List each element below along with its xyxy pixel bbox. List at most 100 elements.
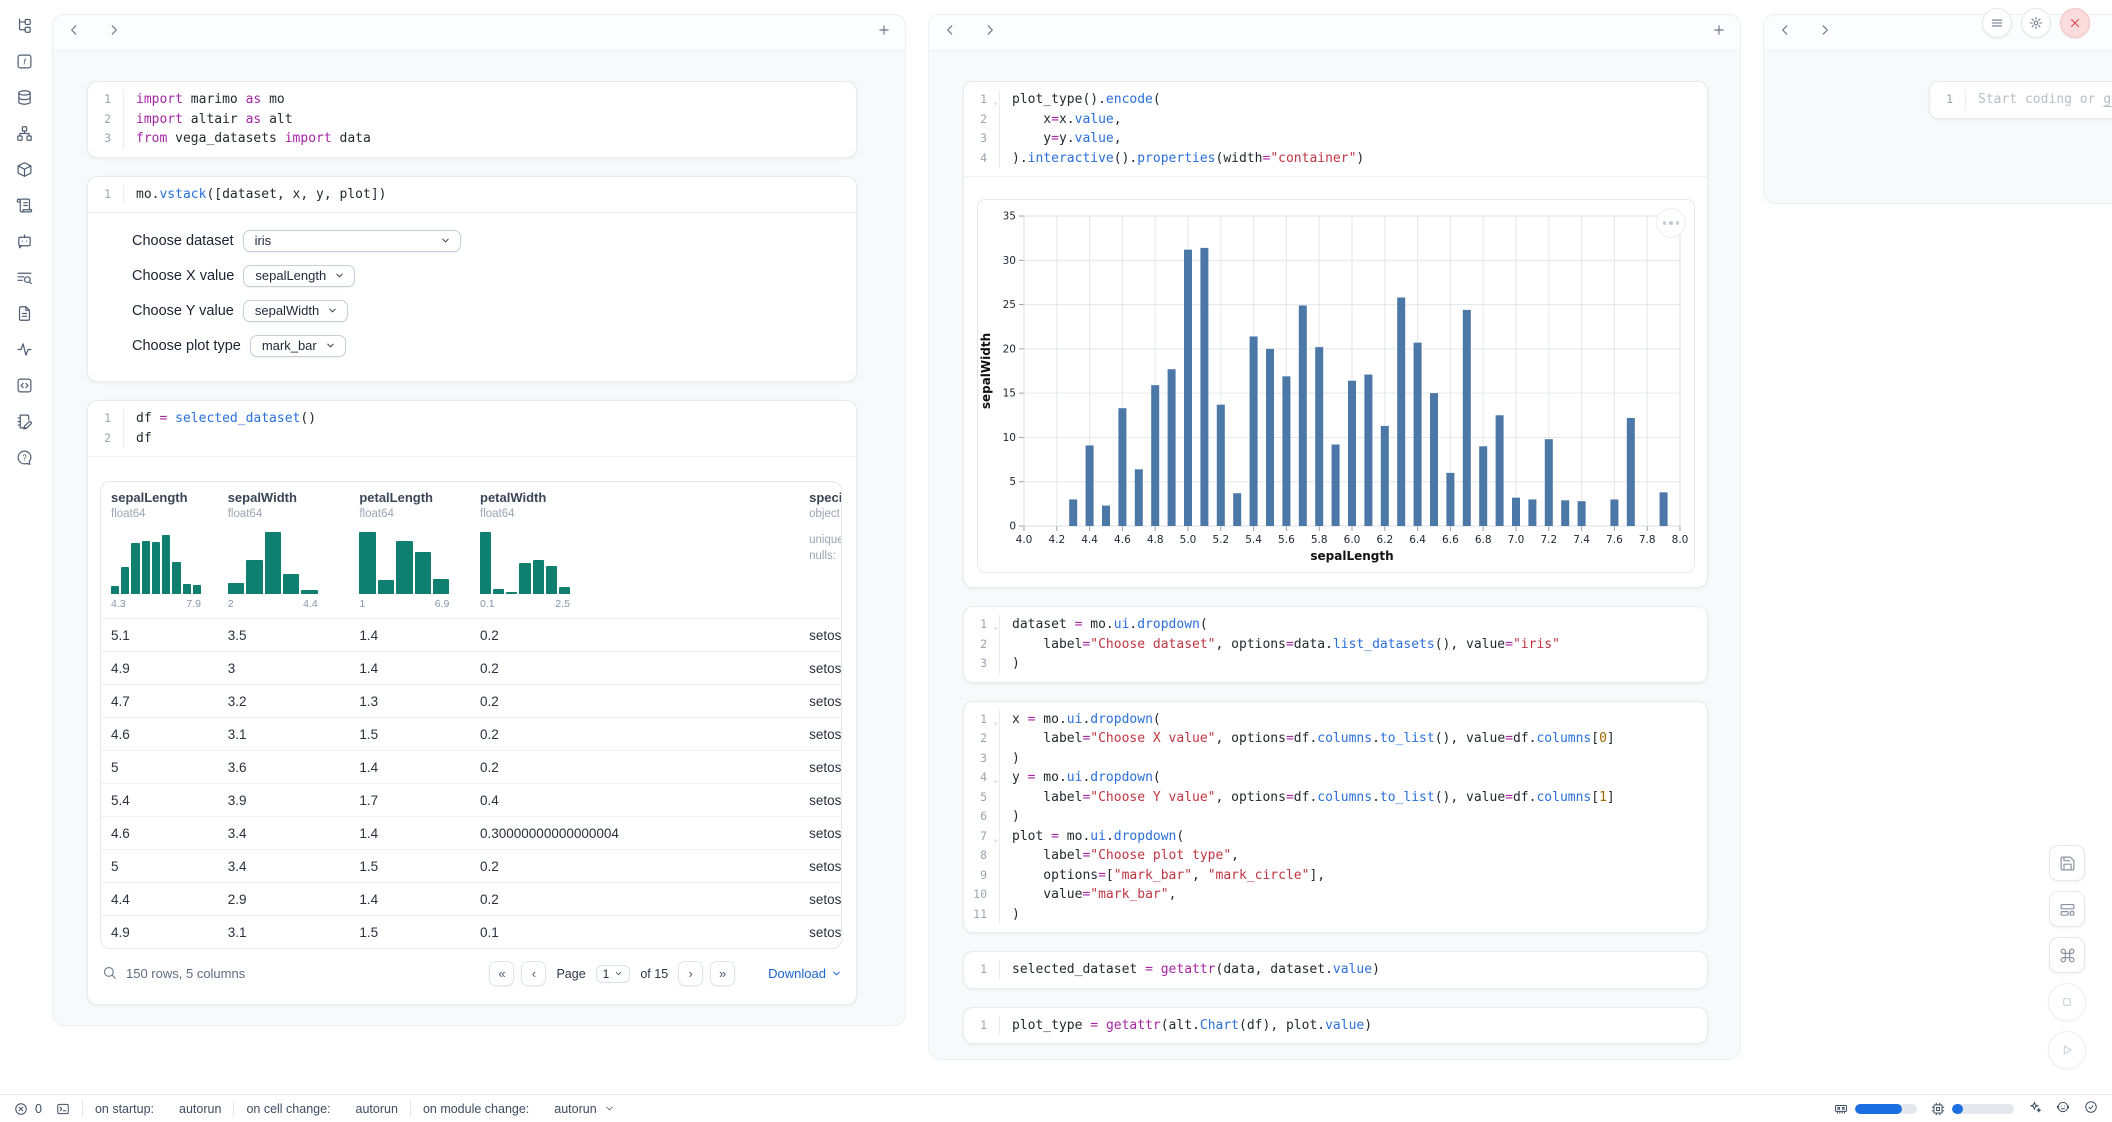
code-line[interactable]: 1⌄plot_type().encode( — [964, 90, 1707, 110]
table-row[interactable]: 4.63.41.40.30000000000000004setosa — [101, 816, 841, 849]
text-search-icon[interactable] — [11, 264, 37, 290]
chart-svg[interactable]: 4.04.24.44.64.85.05.25.45.65.86.06.26.46… — [978, 200, 1694, 572]
column-next-button[interactable] — [107, 23, 121, 42]
notebook-pen-icon[interactable] — [11, 408, 37, 434]
table-row[interactable]: 4.931.40.2setosa — [101, 651, 841, 684]
code-line[interactable]: 1⌄dataset = mo.ui.dropdown( — [964, 615, 1707, 635]
command-palette-button[interactable] — [2049, 937, 2085, 973]
code-line[interactable]: 11) — [964, 905, 1707, 925]
add-cell-button[interactable] — [1712, 23, 1726, 42]
add-cell-button[interactable] — [877, 23, 891, 42]
dropdown-select[interactable]: sepalLength — [243, 265, 355, 287]
table-row[interactable]: 4.42.91.40.2setosa — [101, 882, 841, 915]
column-next-button[interactable] — [1818, 23, 1832, 42]
cell-plot-type[interactable]: 1plot_type = getattr(alt.Chart(df), plot… — [963, 1007, 1708, 1045]
code-line[interactable]: 3) — [964, 749, 1707, 769]
next-page-button[interactable]: › — [678, 961, 703, 986]
code-line[interactable]: 5 label="Choose Y value", options=df.col… — [964, 788, 1707, 808]
table-column-header[interactable]: speciesobjectunique:nulls: — [799, 490, 841, 618]
function-square-icon[interactable]: f — [11, 48, 37, 74]
dropdown-select[interactable]: sepalWidth — [243, 300, 348, 322]
generate-link[interactable]: generate — [2103, 92, 2112, 107]
column-prev-button[interactable] — [1778, 23, 1792, 42]
code-line[interactable]: 10 value="mark_bar", — [964, 885, 1707, 905]
code-editor[interactable]: 1selected_dataset = getattr(data, datase… — [964, 952, 1707, 988]
table-row[interactable]: 5.13.51.40.2setosa — [101, 618, 841, 651]
file-tree-icon[interactable] — [11, 12, 37, 38]
cell-empty-scratch[interactable]: 1 Start coding or generate with AI — [1929, 81, 2112, 119]
code-line[interactable]: 1plot_type = getattr(alt.Chart(df), plot… — [964, 1016, 1707, 1036]
code-line[interactable]: 2df — [88, 429, 856, 449]
cell-imports[interactable]: 1import marimo as mo2import altair as al… — [87, 81, 857, 158]
dropdown-select[interactable]: mark_bar — [250, 335, 346, 357]
cell-selected-dataset[interactable]: 1selected_dataset = getattr(data, datase… — [963, 951, 1708, 989]
code-line[interactable]: 2import altair as alt — [88, 110, 856, 130]
code-line[interactable]: 1⌄x = mo.ui.dropdown( — [964, 710, 1707, 730]
column-prev-button[interactable] — [943, 23, 957, 42]
column-histogram[interactable] — [359, 532, 449, 594]
cell-dataset-dropdown[interactable]: 1⌄dataset = mo.ui.dropdown(2 label="Choo… — [963, 606, 1708, 683]
code-line[interactable]: 1selected_dataset = getattr(data, datase… — [964, 960, 1707, 980]
activity-icon[interactable] — [11, 336, 37, 362]
close-button[interactable] — [2060, 8, 2090, 38]
last-page-button[interactable]: » — [710, 961, 735, 986]
table-column-header[interactable]: sepalLengthfloat644.37.9 — [101, 490, 218, 618]
code-line[interactable]: 1import marimo as mo — [88, 90, 856, 110]
cell-chart[interactable]: 1⌄plot_type().encode(2 x=x.value,3 y=y.v… — [963, 81, 1708, 588]
cell-vstack[interactable]: 1mo.vstack([dataset, x, y, plot]) Choose… — [87, 176, 857, 383]
dropdown-select[interactable]: iris — [243, 230, 461, 252]
code-line[interactable]: 9 options=["mark_bar", "mark_circle"], — [964, 866, 1707, 886]
settings-button[interactable] — [2021, 8, 2051, 38]
code-square-icon[interactable] — [11, 372, 37, 398]
file-text-icon[interactable] — [11, 300, 37, 326]
download-button[interactable]: Download — [768, 966, 842, 981]
prev-page-button[interactable]: ‹ — [521, 961, 546, 986]
code-line[interactable]: 4).interactive().properties(width="conta… — [964, 149, 1707, 169]
code-line[interactable]: 6) — [964, 807, 1707, 827]
ai-sparkles-button[interactable] — [2028, 1100, 2042, 1117]
column-next-button[interactable] — [983, 23, 997, 42]
column-prev-button[interactable] — [67, 23, 81, 42]
table-column-header[interactable]: sepalWidthfloat6424.4 — [218, 490, 350, 618]
save-button[interactable] — [2049, 845, 2085, 881]
code-editor[interactable]: 1⌄x = mo.ui.dropdown(2 label="Choose X v… — [964, 702, 1707, 933]
database-icon[interactable] — [11, 84, 37, 110]
error-counter[interactable]: 0 — [14, 1102, 42, 1116]
assistant-button[interactable] — [2056, 1100, 2070, 1117]
code-line[interactable]: 8 label="Choose plot type", — [964, 846, 1707, 866]
terminal-button[interactable] — [56, 1102, 70, 1116]
column-histogram[interactable] — [111, 532, 201, 594]
table-column-header[interactable]: petalLengthfloat6416.9 — [349, 490, 470, 618]
column-histogram[interactable] — [228, 532, 318, 594]
search-icon[interactable] — [102, 965, 126, 983]
code-line[interactable]: 3from vega_datasets import data — [88, 129, 856, 149]
code-line[interactable]: 2 x=x.value, — [964, 110, 1707, 130]
column-histogram[interactable] — [480, 532, 570, 594]
code-editor[interactable]: 1⌄plot_type().encode(2 x=x.value,3 y=y.v… — [964, 82, 1707, 176]
table-row[interactable]: 53.61.40.2setosa — [101, 750, 841, 783]
chart-menu-button[interactable] — [1656, 208, 1686, 238]
table-row[interactable]: 4.73.21.30.2setosa — [101, 684, 841, 717]
code-line[interactable]: 4⌄y = mo.ui.dropdown( — [964, 768, 1707, 788]
code-line[interactable]: 1mo.vstack([dataset, x, y, plot]) — [88, 185, 856, 205]
table-row[interactable]: 53.41.50.2setosa — [101, 849, 841, 882]
status-check-button[interactable] — [2084, 1100, 2098, 1117]
table-column-header[interactable]: petalWidthfloat640.12.5 — [470, 490, 799, 618]
altair-chart[interactable]: 4.04.24.44.64.85.05.25.45.65.86.06.26.46… — [977, 199, 1695, 573]
scroll-text-icon[interactable] — [11, 192, 37, 218]
help-circle-icon[interactable]: ? — [11, 444, 37, 470]
code-editor[interactable]: 1import marimo as mo2import altair as al… — [88, 82, 856, 157]
page-select[interactable]: 1 — [596, 965, 631, 983]
run-all-button[interactable] — [2048, 1031, 2086, 1069]
table-row[interactable]: 4.63.11.50.2setosa — [101, 717, 841, 750]
code-editor[interactable]: 1⌄dataset = mo.ui.dropdown(2 label="Choo… — [964, 607, 1707, 682]
code-line[interactable]: 7⌄plot = mo.ui.dropdown( — [964, 827, 1707, 847]
code-editor[interactable]: 1plot_type = getattr(alt.Chart(df), plot… — [964, 1008, 1707, 1044]
code-line[interactable]: 1df = selected_dataset() — [88, 409, 856, 429]
bot-message-icon[interactable] — [11, 228, 37, 254]
network-icon[interactable] — [11, 120, 37, 146]
on-startup-setting[interactable]: on startup: autorun — [95, 1102, 221, 1116]
table-row[interactable]: 4.93.11.50.1setosa — [101, 915, 841, 948]
editor-placeholder[interactable]: Start coding or generate with AI — [1966, 90, 2112, 110]
cell-xy-dropdowns[interactable]: 1⌄x = mo.ui.dropdown(2 label="Choose X v… — [963, 701, 1708, 934]
